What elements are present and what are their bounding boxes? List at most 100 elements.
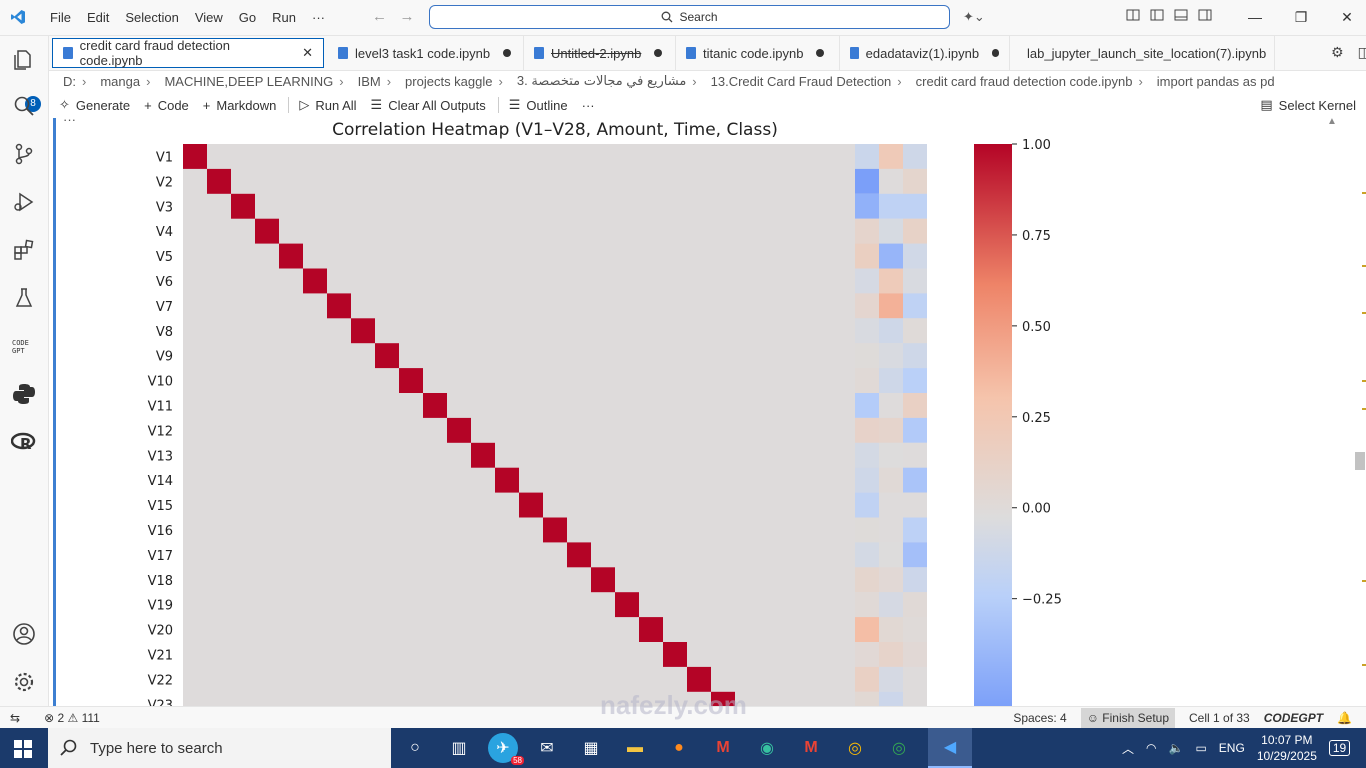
crumb-item[interactable]: 3. مشاريع في مجالات متخصصة <box>503 73 686 89</box>
split-editor-icon[interactable]: ◫ <box>1358 44 1366 61</box>
codegpt-icon[interactable]: CODE GPT <box>10 332 38 360</box>
clear-outputs-button[interactable]: ☰ Clear All Outputs <box>371 97 486 113</box>
notification-center-icon[interactable]: 19 <box>1328 740 1351 756</box>
notifications-bell-icon[interactable]: 🔔 <box>1337 711 1352 725</box>
chrome-icon[interactable]: ◎ <box>840 733 870 763</box>
vscode-taskbar-icon[interactable]: ◀ <box>928 728 972 768</box>
explorer-icon[interactable] <box>10 46 38 74</box>
menu-view[interactable]: View <box>187 10 231 25</box>
crumb-item[interactable]: D: <box>49 74 76 89</box>
problems-indicator[interactable]: ⊗ 2 ⚠ 111 <box>44 711 100 725</box>
taskbar-search[interactable]: Type here to search <box>48 728 391 768</box>
python-icon[interactable] <box>10 380 38 408</box>
outline-button[interactable]: ☰ Outline <box>509 97 568 113</box>
close-window-icon[interactable]: ✕ <box>1324 0 1366 35</box>
crumb-item[interactable]: credit card fraud detection code.ipynb <box>902 74 1133 89</box>
volume-icon[interactable]: 🔈 <box>1169 741 1184 755</box>
crumb-item[interactable]: import pandas as pd <box>1143 74 1275 89</box>
generate-button[interactable]: ✧ Generate <box>59 97 130 113</box>
menu-run[interactable]: Run <box>264 10 304 25</box>
menu-file[interactable]: File <box>42 10 79 25</box>
clock-time: 10:07 PM <box>1261 733 1313 747</box>
crumb-item[interactable]: 13.Credit Card Fraud Detection <box>697 74 892 89</box>
windows-start-icon[interactable] <box>14 740 32 761</box>
file-explorer-icon[interactable]: ▬ <box>620 733 650 763</box>
crumb-item[interactable]: MACHINE,DEEP LEARNING <box>150 74 333 89</box>
run-debug-icon[interactable] <box>10 188 38 216</box>
menu-more[interactable]: ··· <box>304 10 333 25</box>
toggle-sidebar-icon[interactable] <box>1150 8 1164 22</box>
layout-controls <box>1126 8 1212 22</box>
store-icon[interactable]: ▦ <box>576 733 606 763</box>
cortana-icon[interactable]: ○ <box>400 733 430 763</box>
select-kernel-button[interactable]: ▤ Select Kernel <box>1260 97 1356 113</box>
crumb-item[interactable]: IBM <box>344 74 381 89</box>
scroll-up-icon[interactable]: ▲ <box>1327 116 1337 127</box>
tray-chevron-icon[interactable]: ︿ <box>1122 740 1134 757</box>
unsaved-dot-icon <box>992 49 999 57</box>
mail-icon[interactable]: ✉ <box>532 733 562 763</box>
tab-level3-task1[interactable]: level3 task1 code.ipynb <box>328 36 524 70</box>
add-code-button[interactable]: + Code <box>144 98 189 113</box>
tab-lab-jupyter[interactable]: lab_jupyter_launch_site_location(7).ipyn… <box>1010 36 1275 70</box>
search-view-icon[interactable] <box>10 92 38 120</box>
finish-setup-button[interactable]: ☺ Finish Setup <box>1080 708 1175 728</box>
toggle-panel-icon[interactable] <box>1174 8 1188 22</box>
telegram-icon[interactable]: ✈ 58 <box>488 733 524 765</box>
add-markdown-button[interactable]: + Markdown <box>203 98 277 113</box>
gmail-2-icon[interactable]: M <box>796 733 826 763</box>
restore-icon[interactable]: ❐ <box>1278 0 1324 35</box>
back-arrow-icon[interactable]: ← <box>372 8 387 25</box>
tab-titanic[interactable]: titanic code.ipynb <box>676 36 840 70</box>
notebook-settings-gear-icon[interactable]: ⚙ <box>1331 44 1344 61</box>
unsaved-dot-icon <box>654 49 663 57</box>
minimize-icon[interactable]: — <box>1232 0 1278 35</box>
testing-flask-icon[interactable] <box>10 284 38 312</box>
row-label: V14 <box>148 474 173 489</box>
clock[interactable]: 10:07 PM 10/29/2025 <box>1257 732 1317 764</box>
tab-edadataviz[interactable]: edadataviz(1).ipynb <box>840 36 1010 70</box>
firefox-icon[interactable]: ● <box>664 733 694 763</box>
tab-credit-card-fraud[interactable]: credit card fraud detection code.ipynb ✕ <box>52 38 324 68</box>
codegpt-status[interactable]: CODEGPT <box>1264 711 1323 725</box>
heatmap-cell <box>903 343 927 369</box>
close-tab-icon[interactable]: ✕ <box>302 45 313 61</box>
task-view-icon[interactable]: ▥ <box>444 733 474 763</box>
heatmap-cell <box>879 691 903 706</box>
scrollbar-thumb[interactable] <box>1355 452 1365 470</box>
chrome-profile-icon[interactable]: ◎ <box>884 733 914 763</box>
copilot-icon[interactable]: ✦⌄ <box>963 9 985 25</box>
indentation-status[interactable]: Spaces: 4 <box>1013 711 1066 725</box>
remote-icon[interactable]: ⇆ <box>10 711 20 725</box>
heatmap-cell <box>855 243 879 269</box>
run-all-button[interactable]: ▷ Run All <box>299 97 356 113</box>
toggle-secondary-sidebar-icon[interactable] <box>1198 8 1212 22</box>
vscode-logo-icon <box>10 9 26 28</box>
row-label: V20 <box>148 624 173 639</box>
wifi-icon[interactable]: ◠ <box>1146 741 1156 755</box>
gmail-icon[interactable]: M <box>708 733 738 763</box>
menu-edit[interactable]: Edit <box>79 10 117 25</box>
menu-selection[interactable]: Selection <box>117 10 186 25</box>
cell-collapse-ellipsis[interactable]: ··· <box>63 112 76 127</box>
edge-icon[interactable]: ◉ <box>752 733 782 763</box>
crumb-item[interactable]: projects kaggle <box>391 74 492 89</box>
source-control-icon[interactable] <box>10 140 38 168</box>
r-language-icon[interactable]: R <box>10 428 38 456</box>
toolbar-more-button[interactable]: ··· <box>582 98 595 113</box>
extensions-icon[interactable] <box>10 236 38 264</box>
svg-text:CODE: CODE <box>12 339 29 347</box>
language-indicator[interactable]: ENG <box>1219 741 1245 755</box>
crumb-item[interactable]: manga <box>86 74 140 89</box>
heatmap-diagonal-cell <box>495 467 519 493</box>
network-icon[interactable]: ▭ <box>1195 741 1206 755</box>
window-controls: — ❐ ✕ <box>1232 0 1366 35</box>
cell-indicator[interactable]: Cell 1 of 33 <box>1189 711 1250 725</box>
tab-untitled-2[interactable]: Untitled-2.ipynb <box>524 36 676 70</box>
settings-gear-icon[interactable] <box>10 668 38 696</box>
menu-go[interactable]: Go <box>231 10 264 25</box>
forward-arrow-icon[interactable]: → <box>400 8 415 25</box>
customize-layout-icon[interactable] <box>1126 8 1140 22</box>
account-icon[interactable] <box>10 620 38 648</box>
command-center-search[interactable]: Search <box>429 5 950 29</box>
